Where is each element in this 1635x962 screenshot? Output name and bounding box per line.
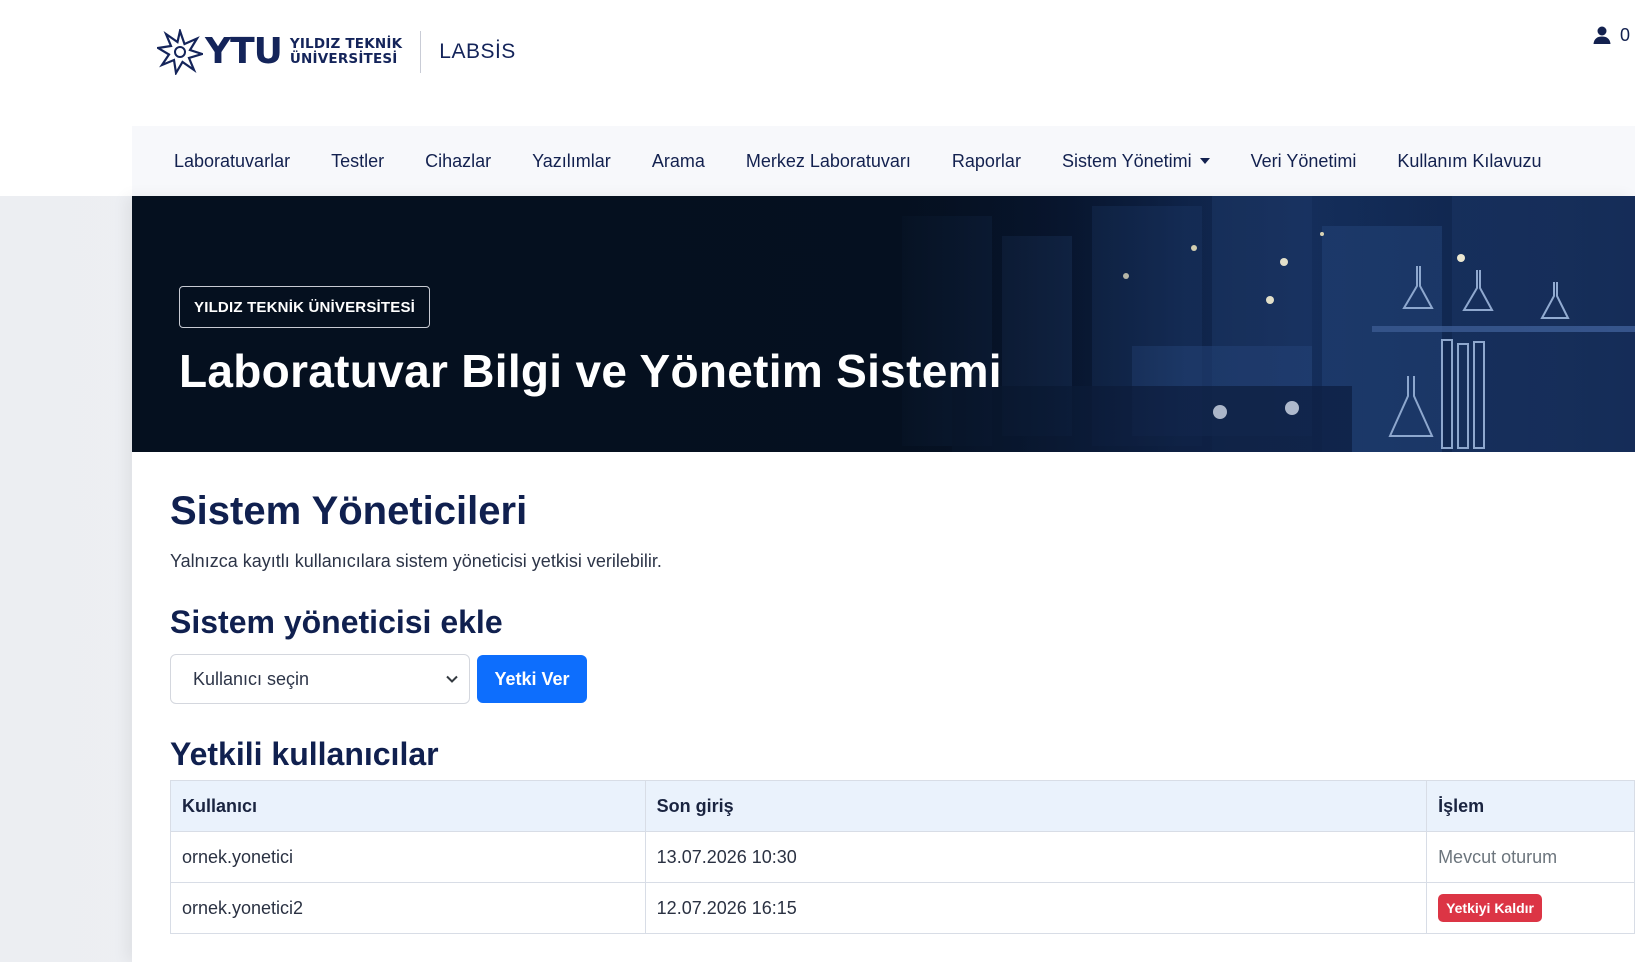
table-header-row: Kullanıcı Son giriş İşlem [170, 780, 1635, 832]
cell-last-login: 12.07.2026 16:15 [644, 882, 1428, 934]
nav-item-sistem-yonetimi-label: Sistem Yönetimi [1061, 150, 1192, 171]
table-row: ornek.yonetici2 12.07.2026 16:15 Yetkiyi… [170, 882, 1635, 934]
user-select[interactable]: Kullanıcı seçin [170, 654, 470, 704]
main-navbar: Laboratuvarlar Testler Cihazlar Yazılıml… [132, 126, 1635, 196]
user-select-value: Kullanıcı seçin [193, 668, 310, 689]
logo-divider [420, 31, 422, 73]
authorized-users-heading: Yetkili kullanıcılar [170, 736, 439, 772]
logo-university-name: YILDIZ TEKNİK ÜNİVERSİTESİ [290, 37, 402, 67]
column-header-user: Kullanıcı [170, 780, 646, 832]
caret-down-icon [1199, 158, 1210, 164]
grant-permission-button[interactable]: Yetki Ver [477, 655, 587, 703]
nav-item-raporlar[interactable]: Raporlar [952, 151, 1021, 172]
chevron-down-icon [446, 675, 458, 683]
nav-item-yazilimlar[interactable]: Yazılımlar [532, 151, 611, 172]
app-name: LABSİS [439, 40, 516, 63]
nav-item-arama[interactable]: Arama [652, 151, 705, 172]
cell-user: ornek.yonetici2 [170, 882, 646, 934]
nav-item-kullanim-kilavuzu[interactable]: Kullanım Kılavuzu [1397, 151, 1541, 172]
logo-line-1: YILDIZ TEKNİK [289, 36, 403, 52]
remove-permission-button[interactable]: Yetkiyi Kaldır [1438, 894, 1542, 922]
logo-abbreviation: YTU [205, 31, 283, 72]
university-logo[interactable]: YTU YILDIZ TEKNİK ÜNİVERSİTESİ LABSİS [157, 28, 516, 76]
nav-item-merkez-laboratuvari[interactable]: Merkez Laboratuvarı [746, 151, 911, 172]
user-icon [1593, 26, 1611, 44]
hero-title: Laboratuvar Bilgi ve Yönetim Sistemi [179, 345, 1002, 397]
star-logo-icon [157, 29, 203, 75]
university-badge: YILDIZ TEKNİK ÜNİVERSİTESİ [179, 286, 431, 328]
column-header-last-login: Son giriş [644, 780, 1428, 832]
hero-banner: YILDIZ TEKNİK ÜNİVERSİTESİ Laboratuvar B… [132, 196, 1635, 452]
nav-item-veri-yonetimi[interactable]: Veri Yönetimi [1251, 151, 1357, 172]
content-area: YILDIZ TEKNİK ÜNİVERSİTESİ Laboratuvar B… [132, 196, 1635, 962]
column-header-action: İşlem [1426, 780, 1635, 832]
page-description: Yalnızca kayıtlı kullanıcılara sistem yö… [170, 551, 662, 571]
cell-action: Yetkiyi Kaldır [1426, 882, 1635, 934]
user-menu[interactable]: 0 [1592, 0, 1630, 70]
page-title: Sistem Yöneticileri [170, 489, 528, 533]
add-admin-heading: Sistem yöneticisi ekle [170, 604, 503, 640]
nav-item-laboratuvarlar[interactable]: Laboratuvarlar [174, 151, 290, 172]
logo-line-2: ÜNİVERSİTESİ [289, 51, 398, 67]
table-row: ornek.yonetici 13.07.2026 10:30 Mevcut o… [170, 831, 1635, 883]
authorized-users-table: Kullanıcı Son giriş İşlem ornek.yonetici… [170, 780, 1635, 934]
nav-item-cihazlar[interactable]: Cihazlar [425, 151, 491, 172]
cell-user: ornek.yonetici [170, 831, 646, 883]
cell-last-login: 13.07.2026 10:30 [644, 831, 1428, 883]
nav-item-sistem-yonetimi[interactable]: Sistem Yönetimi [1062, 151, 1210, 172]
user-label: 0 [1620, 24, 1631, 45]
nav-item-testler[interactable]: Testler [331, 151, 384, 172]
cell-current-session: Mevcut oturum [1426, 831, 1635, 883]
